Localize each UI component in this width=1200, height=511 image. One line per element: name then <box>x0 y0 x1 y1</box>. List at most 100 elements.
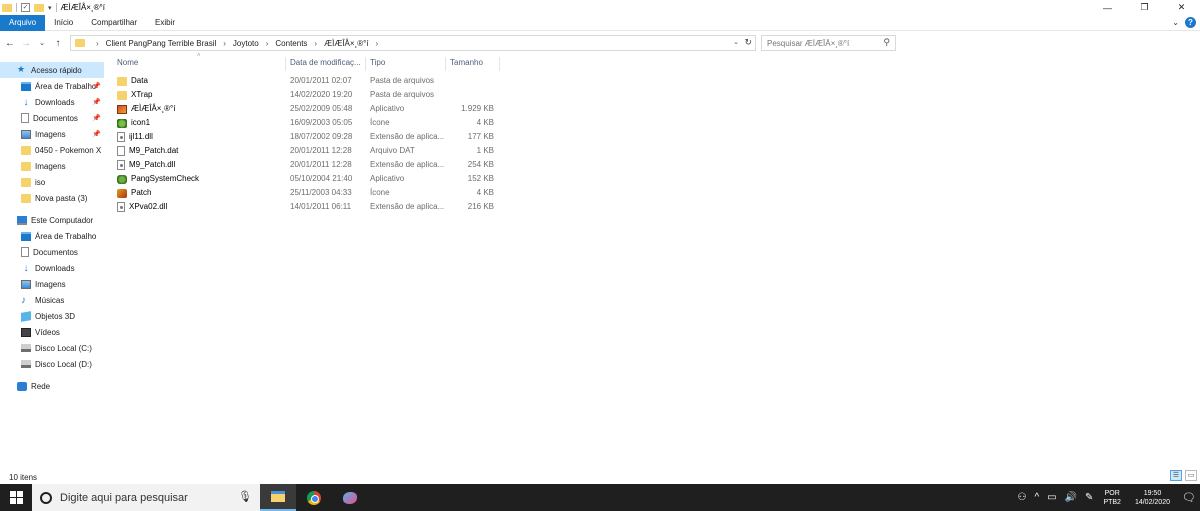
chevron-right-icon[interactable]: › <box>223 39 226 48</box>
column-header-date[interactable]: Data de modificaç... <box>286 57 366 71</box>
taskbar-chrome[interactable] <box>296 484 332 511</box>
sidebar-item[interactable]: ★ Acesso rápido <box>0 62 104 78</box>
file-date: 20/01/2011 12:28 <box>290 146 352 155</box>
sidebar-item[interactable]: Nova pasta (3) <box>0 190 104 206</box>
people-icon[interactable]: ⚇ <box>1017 492 1026 503</box>
forward-arrow-icon[interactable]: → <box>20 38 32 49</box>
file-name: PangSystemCheck <box>131 174 200 183</box>
pin-icon[interactable]: 📌 <box>92 114 101 122</box>
tab-exibir[interactable]: Exibir <box>146 15 184 31</box>
minimize-button[interactable]: — <box>1089 0 1126 15</box>
tab-compartilhar[interactable]: Compartilhar <box>82 15 146 31</box>
patch-file-icon <box>117 188 127 198</box>
show-hidden-icons-icon[interactable]: ^ <box>1034 492 1039 503</box>
search-icon[interactable]: ⚲ <box>883 37 890 48</box>
expand-ribbon-icon[interactable]: ⌄ <box>1172 18 1179 27</box>
sidebar-item[interactable]: Vídeos <box>0 324 104 340</box>
chevron-right-icon[interactable]: › <box>314 39 317 48</box>
large-icons-view-icon[interactable]: ▭ <box>1185 470 1197 481</box>
maximize-button[interactable]: ❐ <box>1126 0 1163 15</box>
input-language[interactable]: POR PTB2 <box>1103 489 1121 507</box>
sidebar-item[interactable]: Disco Local (C:) <box>0 340 104 356</box>
download-icon: ↓ <box>23 96 29 108</box>
clock-date: 14/02/2020 <box>1134 498 1170 506</box>
column-header-size[interactable]: Tamanho <box>446 57 500 71</box>
customize-toolbar-icon[interactable]: ▾ <box>48 4 52 12</box>
file-row[interactable]: ijl11.dll 18/07/2002 09:28 Extensão de apl… <box>104 130 504 144</box>
sidebar-item[interactable]: Objetos 3D <box>0 308 104 324</box>
breadcrumb-current[interactable]: ÆÌÆÎÅ×¸®°í <box>324 39 368 48</box>
help-icon[interactable]: ? <box>1185 17 1196 28</box>
sidebar-item[interactable]: ↓ Downloads 📌 <box>0 94 104 110</box>
star-icon: ★ <box>17 64 26 74</box>
details-view-icon[interactable]: ☰ <box>1170 470 1182 481</box>
sidebar-item[interactable]: Imagens <box>0 276 104 292</box>
chevron-right-icon[interactable]: › <box>96 39 99 48</box>
sidebar-item[interactable]: ♪ Músicas <box>0 292 104 308</box>
sidebar-item[interactable]: Este Computador <box>0 212 104 228</box>
file-row[interactable]: M9_Patch.dat 20/01/2011 12:28 Arquivo DAT 1… <box>104 144 504 158</box>
properties-icon[interactable]: ✓ <box>21 3 30 12</box>
tab-arquivo[interactable]: Arquivo <box>0 14 46 31</box>
sidebar-item[interactable]: Documentos 📌 <box>0 110 104 126</box>
up-arrow-icon[interactable]: ↑ <box>52 38 64 49</box>
file-type: Pasta de arquivos <box>370 90 435 99</box>
file-row[interactable]: Data 20/01/2011 02:07 Pasta de arquivos <box>104 74 504 88</box>
network-tray-icon[interactable]: ▭ <box>1047 492 1056 503</box>
file-row[interactable]: XPva02.dll 14/01/2011 06:11 Extensão de ap… <box>104 200 504 214</box>
file-row[interactable]: XTrap 14/02/2020 19:20 Pasta de arquivos <box>104 88 504 102</box>
file-row[interactable]: icon1 16/09/2003 05:05 Ícone 4 KB <box>104 116 504 130</box>
sidebar-item[interactable]: Rede <box>0 378 104 394</box>
address-bar[interactable]: › Client PangPang Terrible Brasil › Joyt… <box>70 35 756 51</box>
sidebar-item-label: Rede <box>31 381 51 391</box>
new-folder-icon[interactable] <box>34 3 44 12</box>
taskbar-search-placeholder: Digite aqui para pesquisar <box>60 491 188 504</box>
sidebar-item[interactable]: Imagens 📌 <box>0 126 104 142</box>
pin-icon[interactable]: 📌 <box>92 130 101 138</box>
sidebar-item[interactable]: Disco Local (D:) <box>0 356 104 372</box>
sidebar-item[interactable]: Área de Trabalho <box>0 228 104 244</box>
column-header-type[interactable]: Tipo <box>366 57 446 71</box>
sidebar-item[interactable]: Documentos <box>0 244 104 260</box>
sidebar-item[interactable]: iso <box>0 174 104 190</box>
sidebar-item[interactable]: Área de Trabalho 📌 <box>0 78 104 94</box>
taskbar-search[interactable]: Digite aqui para pesquisar 🎙 <box>32 484 260 511</box>
taskbar-file-explorer[interactable] <box>260 484 296 511</box>
close-button[interactable]: ✕ <box>1163 0 1200 15</box>
sidebar-item[interactable]: 0450 - Pokemon X ( <box>0 142 104 158</box>
pin-icon[interactable]: 📌 <box>92 82 101 90</box>
tab-inicio[interactable]: Início <box>45 15 82 31</box>
microphone-icon[interactable]: 🎙 <box>238 490 252 503</box>
sidebar-item[interactable]: Imagens <box>0 158 104 174</box>
back-arrow-icon[interactable]: ← <box>4 38 16 49</box>
file-row[interactable]: M9_Patch.dll 20/01/2011 12:28 Extensão de … <box>104 158 504 172</box>
breadcrumb-contents[interactable]: Contents <box>275 39 307 48</box>
clock[interactable]: 19:50 14/02/2020 <box>1135 489 1170 507</box>
sidebar-item[interactable]: ↓ Downloads <box>0 260 104 276</box>
file-row[interactable]: ÆÌÆÎÅ×¸®°í 25/02/2009 05:48 Aplicativo 1.92… <box>104 102 504 116</box>
file-row[interactable]: Patch 25/11/2003 04:33 Ícone 4 KB <box>104 186 504 200</box>
start-button[interactable] <box>0 484 32 511</box>
file-size: 4 KB <box>476 118 494 127</box>
taskbar-paint[interactable] <box>332 484 368 511</box>
refresh-icon[interactable]: ↻ <box>744 37 752 48</box>
pin-icon[interactable]: 📌 <box>92 98 101 106</box>
folder-icon <box>21 145 31 155</box>
file-name: XTrap <box>131 90 153 99</box>
breadcrumb-joytoto[interactable]: Joytoto <box>233 39 259 48</box>
file-size: 4 KB <box>476 188 494 197</box>
chevron-right-icon[interactable]: › <box>376 39 379 48</box>
notification-icon[interactable]: 🗨 <box>1178 491 1200 504</box>
volume-icon[interactable]: 🔊 <box>1065 492 1077 503</box>
breadcrumb-client[interactable]: Client PangPang Terrible Brasil <box>106 39 217 48</box>
search-input[interactable] <box>767 38 877 48</box>
column-header-name[interactable]: Nome <box>104 57 286 71</box>
sidebar-item-label: Vídeos <box>35 327 60 337</box>
file-type: Arquivo DAT <box>370 146 415 155</box>
address-dropdown-icon[interactable]: ⌄ <box>733 38 739 46</box>
video-icon <box>21 327 31 337</box>
pen-icon[interactable]: ✎ <box>1085 492 1093 503</box>
file-row[interactable]: PangSystemCheck 05/10/2004 21:40 Aplicativ… <box>104 172 504 186</box>
chevron-right-icon[interactable]: › <box>266 39 269 48</box>
recent-dropdown-icon[interactable]: ⌄ <box>36 39 48 47</box>
